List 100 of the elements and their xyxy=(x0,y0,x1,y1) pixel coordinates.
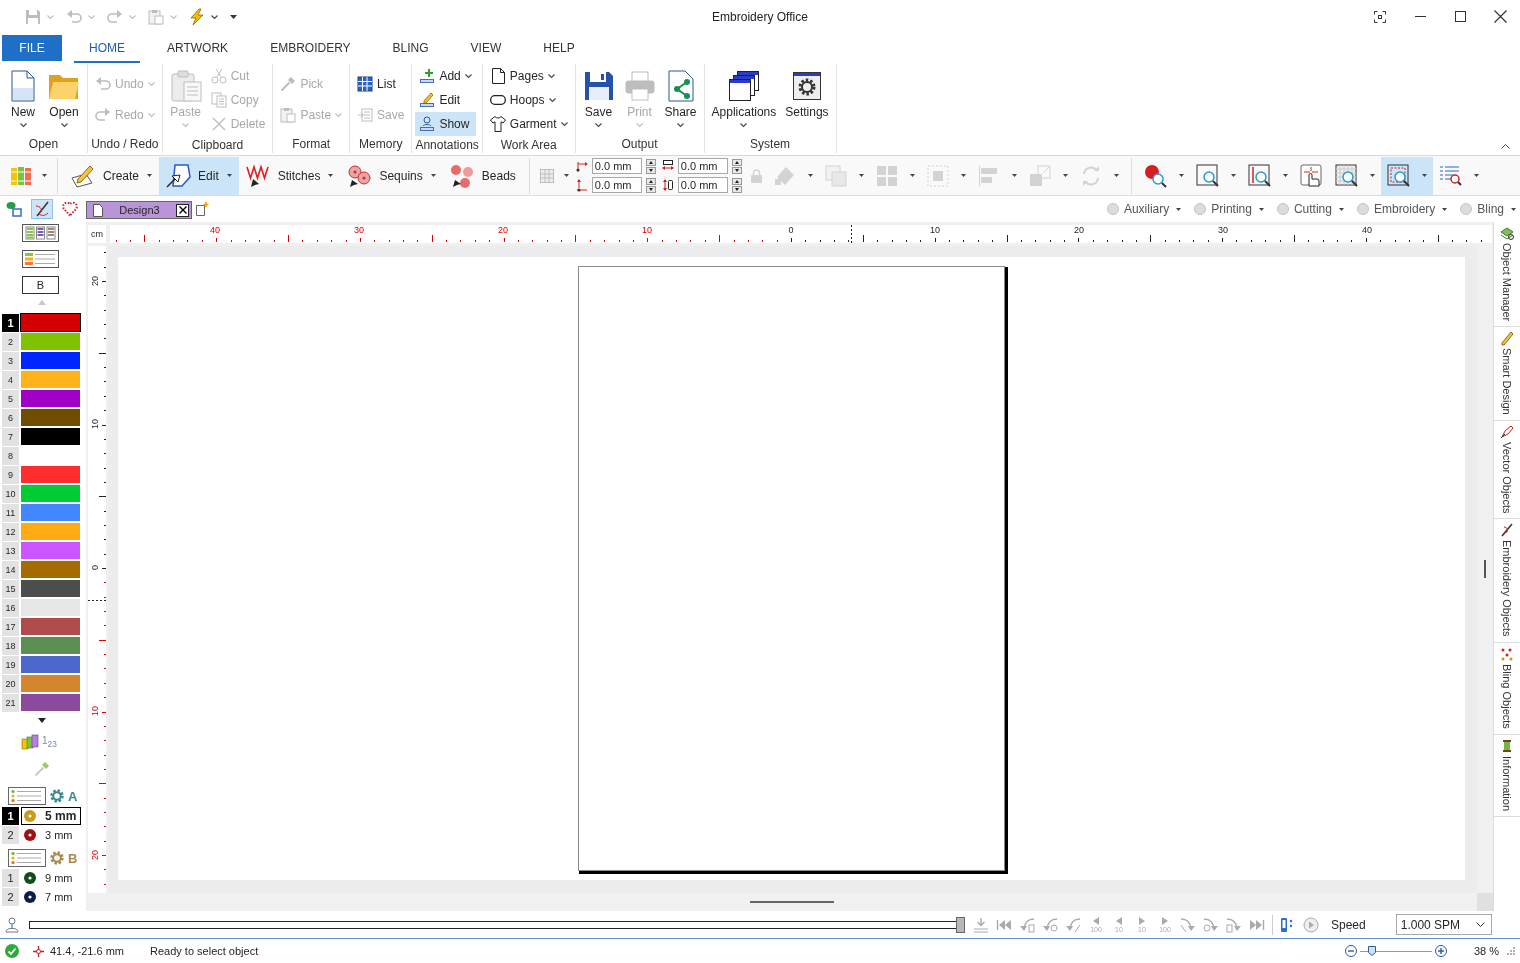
gear-icon[interactable] xyxy=(50,851,64,865)
slider-thumb[interactable] xyxy=(956,916,965,933)
applications-button[interactable]: Applications xyxy=(707,64,781,135)
spin-up-icon[interactable] xyxy=(731,177,742,185)
thread-number[interactable]: 11 xyxy=(2,503,19,522)
thread-number[interactable]: 19 xyxy=(2,655,19,674)
view-mode-button[interactable] xyxy=(31,199,53,219)
caret-icon[interactable] xyxy=(1230,174,1236,177)
collapse-ribbon-icon[interactable] xyxy=(1501,144,1510,149)
file-tab[interactable]: FILE xyxy=(2,35,62,61)
caret-icon[interactable] xyxy=(677,123,684,127)
caret-icon[interactable] xyxy=(430,174,436,177)
spin-field[interactable]: 0.0 mm xyxy=(591,177,642,193)
ribbon-tab[interactable]: VIEW xyxy=(455,35,517,63)
color-swatch[interactable] xyxy=(21,580,80,597)
palette-columns-icon[interactable] xyxy=(22,224,59,242)
person-icon[interactable] xyxy=(5,916,19,933)
color-swatch[interactable] xyxy=(21,561,80,578)
spin-down-icon[interactable] xyxy=(645,185,656,193)
show-annotations-button[interactable]: Show xyxy=(415,112,476,136)
needle-back-icon[interactable] xyxy=(1065,916,1081,933)
caret-icon[interactable] xyxy=(60,123,68,127)
thread-number[interactable]: 1 xyxy=(2,313,19,332)
radio-icon[interactable] xyxy=(1460,203,1473,215)
add-annotation-button[interactable]: Add xyxy=(415,64,476,88)
bling-item[interactable]: 3 mm xyxy=(21,825,81,844)
zoom-tool-button[interactable] xyxy=(1380,156,1433,195)
ribbon-tab[interactable]: ARTWORK xyxy=(152,35,244,63)
caret-icon[interactable] xyxy=(1178,174,1184,177)
lightning-icon[interactable] xyxy=(189,8,205,25)
layer-toggle[interactable]: Embroidery xyxy=(1356,202,1448,216)
caret-icon[interactable] xyxy=(1369,174,1375,177)
caret-icon[interactable] xyxy=(147,174,153,177)
caret-icon[interactable] xyxy=(1421,174,1427,177)
needle-forward-icon[interactable] xyxy=(1180,916,1196,933)
gear-icon[interactable] xyxy=(50,789,64,803)
caret-icon[interactable] xyxy=(1176,207,1182,211)
bling-number[interactable]: 1 xyxy=(2,806,19,825)
create-button[interactable]: Create xyxy=(64,156,160,195)
hoops-button[interactable]: Hoops xyxy=(485,88,572,112)
caret-icon[interactable] xyxy=(563,174,569,177)
zoom-out-icon[interactable] xyxy=(1344,945,1357,957)
caret-icon[interactable] xyxy=(211,14,218,19)
scroll-thumb[interactable] xyxy=(750,901,834,903)
layer-toggle[interactable]: Cutting xyxy=(1276,202,1344,216)
radio-icon[interactable] xyxy=(1276,203,1289,215)
list-button[interactable]: List xyxy=(353,71,409,96)
color-swatch[interactable] xyxy=(21,333,80,350)
side-panel-tab[interactable]: Information xyxy=(1494,734,1520,817)
caret-icon[interactable] xyxy=(1011,174,1017,177)
spin-up-icon[interactable] xyxy=(645,177,656,185)
thread-number[interactable]: 14 xyxy=(2,560,19,579)
caret-icon[interactable] xyxy=(807,174,813,177)
side-panel-tab[interactable]: Embroidery Objects xyxy=(1494,519,1520,644)
color-swatch[interactable] xyxy=(21,675,80,692)
spin-down-icon[interactable] xyxy=(645,166,656,174)
shape-forward-icon[interactable] xyxy=(1203,916,1219,933)
chart-thumbnail-icon[interactable] xyxy=(8,849,46,867)
view-mode-button[interactable] xyxy=(59,199,81,219)
new-button[interactable]: New xyxy=(3,64,43,135)
radio-icon[interactable] xyxy=(1356,203,1369,215)
thread-number[interactable]: 16 xyxy=(2,598,19,617)
color-swatch[interactable] xyxy=(21,637,80,654)
color-swatch[interactable] xyxy=(21,618,80,635)
color-swatch[interactable] xyxy=(21,599,80,616)
radio-icon[interactable] xyxy=(1106,203,1119,215)
document-tab[interactable]: Design3 xyxy=(86,201,192,219)
bling-number[interactable]: 2 xyxy=(2,887,19,906)
spin-field[interactable]: 0.0 mm xyxy=(677,158,728,174)
ribbon-tab[interactable]: HELP xyxy=(528,35,590,63)
ribbon-tab[interactable]: EMBROIDERY xyxy=(255,35,366,63)
thread-number[interactable]: 7 xyxy=(2,427,19,446)
caret-icon[interactable] xyxy=(740,123,748,127)
color-swatch[interactable] xyxy=(21,352,80,369)
spool-back-icon[interactable] xyxy=(1019,916,1035,933)
caret-icon[interactable] xyxy=(1282,174,1288,177)
spin-down-icon[interactable] xyxy=(731,166,742,174)
close-tab-button[interactable] xyxy=(176,203,189,217)
side-panel-tab[interactable]: Object Manager xyxy=(1494,222,1520,328)
color-swatch[interactable] xyxy=(21,656,80,673)
thread-number[interactable]: 9 xyxy=(2,465,19,484)
thread-number[interactable]: 5 xyxy=(2,389,19,408)
caret-icon[interactable] xyxy=(328,174,334,177)
caret-icon[interactable] xyxy=(909,174,915,177)
thread-number[interactable]: 3 xyxy=(2,351,19,370)
caret-icon[interactable] xyxy=(560,122,568,126)
save-button[interactable]: Save xyxy=(578,64,619,135)
thread-books-icon[interactable] xyxy=(10,166,32,185)
progress-track[interactable] xyxy=(29,915,965,934)
chart-thumbnail-icon[interactable] xyxy=(8,787,46,805)
thread-list-icon[interactable] xyxy=(22,250,59,268)
bling-number[interactable]: 2 xyxy=(2,825,19,844)
edit-button[interactable]: Edit xyxy=(159,156,239,195)
color-swatch[interactable] xyxy=(21,694,80,711)
sequins-button[interactable]: Sequins xyxy=(340,156,443,195)
caret-icon[interactable] xyxy=(19,123,27,127)
bling-item[interactable]: 7 mm xyxy=(21,887,81,906)
color-swatch[interactable] xyxy=(21,371,80,388)
thread-number[interactable]: 21 xyxy=(2,693,19,712)
thread-number[interactable]: 12 xyxy=(2,522,19,541)
